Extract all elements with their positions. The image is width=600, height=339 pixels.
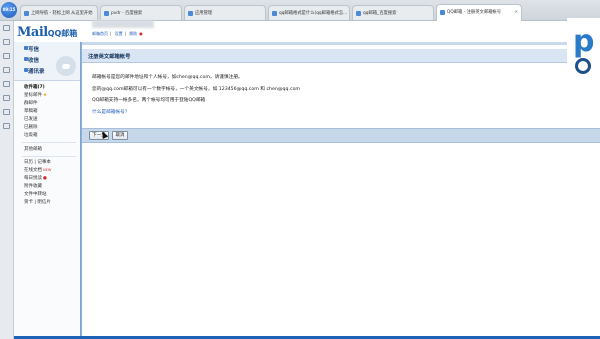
user-account-blurred <box>92 20 154 28</box>
mail-icon[interactable] <box>3 67 10 73</box>
folder-deleted[interactable]: 已删除 <box>24 124 38 130</box>
tool-cards[interactable]: 贺卡 | 明信片 <box>24 199 51 205</box>
app-icon[interactable] <box>3 81 10 87</box>
settings-icon[interactable] <box>3 123 10 129</box>
folder-group[interactable]: 群邮件 <box>24 100 38 106</box>
compose-icon <box>24 46 28 50</box>
compose-label: 写信 <box>28 47 40 53</box>
tab-label: qq邮箱_百度搜索 <box>363 11 397 16</box>
folder-label: 星标邮件 <box>24 93 42 98</box>
tab-favicon-icon <box>440 10 445 15</box>
receive-button[interactable]: 收信 <box>24 56 40 64</box>
tab-navigation[interactable]: 上网导航 - 轻松上网 从这里开始 <box>20 5 98 20</box>
ring-logo-icon <box>575 58 591 74</box>
folder-inbox[interactable]: 收件箱(7) <box>24 84 45 90</box>
folder-drafts[interactable]: 草稿箱 <box>24 108 38 114</box>
star-icon: ★ <box>43 93 48 98</box>
tool-attachments[interactable]: 附件收藏 <box>24 183 42 189</box>
p-logo-icon: p <box>573 24 595 59</box>
star-icon[interactable] <box>3 25 10 31</box>
notes-icon[interactable] <box>3 95 10 101</box>
tab-favicon-icon <box>188 11 193 16</box>
game-icon[interactable] <box>3 109 10 115</box>
folder-label: 群邮件 <box>24 101 38 106</box>
folder-spam[interactable]: 垃圾箱 <box>24 132 38 138</box>
tool-transfer[interactable]: 文件中转站 <box>24 191 47 197</box>
mail-nav: 写信 收信 通讯录 收件箱(7) 星标邮件★ 群邮件 草稿箱 已发送 已删除 垃… <box>14 42 82 339</box>
tab-favicon-icon <box>24 11 29 16</box>
tool-reading[interactable]: 每日悦读● <box>24 175 47 181</box>
logo-text: Mail <box>17 25 48 40</box>
tool-label: 贺卡 | 明信片 <box>24 200 51 205</box>
divider <box>22 142 76 143</box>
folder-label: 草稿箱 <box>24 109 38 114</box>
mascot-icon <box>62 64 70 69</box>
info-line: 邮箱帐号是您的邮件地址和个人帐号，如chen@qq.com，请谨慎注册。 <box>92 75 243 80</box>
close-icon[interactable]: ✕ <box>515 9 518 14</box>
other-mailbox[interactable]: 其他邮箱 <box>24 146 42 152</box>
tool-label: 文件中转站 <box>24 192 47 197</box>
tab-favicon-icon <box>356 11 361 16</box>
tab-qq-mail-register[interactable]: QQ邮箱 - 注册英文邮箱帐号 ✕ <box>436 4 522 21</box>
divider <box>22 156 76 157</box>
home-link[interactable]: 邮箱首页 <box>92 31 108 36</box>
logo-qq-text: QQ邮箱 <box>47 29 78 38</box>
browser-side-strip <box>0 21 14 339</box>
page-title-bar: 注册英文邮箱帐号 <box>82 49 600 63</box>
main-top-strip <box>82 42 600 45</box>
tool-label: 附件收藏 <box>24 184 42 189</box>
tool-label: 日历 | 记事本 <box>24 160 51 165</box>
tab-label: 上网导航 - 轻松上网 从这里开始 <box>31 11 93 16</box>
other-label: 其他邮箱 <box>24 147 42 152</box>
contacts-icon <box>24 68 28 72</box>
folder-label: 收件箱(7) <box>24 85 45 90</box>
main-panel: 注册英文邮箱帐号 邮箱帐号是您的邮件地址和个人帐号，如chen@qq.com，请… <box>82 42 600 339</box>
tool-label: 每日悦读 <box>24 176 42 181</box>
folder-label: 已删除 <box>24 125 38 130</box>
tab-favicon-icon <box>104 11 109 16</box>
tab-label: QQ邮箱 - 注册英文邮箱帐号 <box>447 10 502 15</box>
folder-label: 垃圾箱 <box>24 133 38 138</box>
browser-logo[interactable]: 09:15 <box>1 2 17 18</box>
receive-label: 收信 <box>28 58 40 64</box>
tab-qq-baidu[interactable]: qq邮箱_百度搜索 <box>352 5 434 20</box>
tab-app-manager[interactable]: 应用管理 <box>184 5 266 20</box>
download-icon[interactable] <box>3 53 10 59</box>
settings-link[interactable]: 设置 <box>115 31 123 36</box>
new-badge: NEW <box>43 168 52 172</box>
skin-link[interactable]: 换肤 <box>129 31 137 36</box>
tab-favicon-icon <box>272 11 277 16</box>
action-bar: 下一步 取消 <box>82 128 600 143</box>
tab-label: qq邮箱格式是什么(qq邮箱格式怎... <box>279 11 348 16</box>
tab-label: 应用管理 <box>195 11 213 16</box>
corner-logo: p <box>567 18 600 80</box>
tab-baidu-pvdr[interactable]: pvdr - 百度搜索 <box>100 5 182 20</box>
tab-label: pvdr - 百度搜索 <box>111 11 143 16</box>
info-line: QQ邮箱支持一帐多名，两个帐号均可用于登陆QQ邮箱 <box>92 98 206 103</box>
compose-button[interactable]: 写信 <box>24 45 40 53</box>
browser-tab-bar: 09:15 上网导航 - 轻松上网 从这里开始 pvdr - 百度搜索 应用管理… <box>0 0 600 21</box>
receive-icon <box>24 57 28 61</box>
top-links: 邮箱首页 | 设置 | 换肤 ● <box>92 31 143 36</box>
qq-mail-logo[interactable]: MailQQ邮箱 mail.qq.com <box>17 25 78 45</box>
folder-sent[interactable]: 已发送 <box>24 116 38 122</box>
dot-badge-icon: ● <box>43 176 47 181</box>
info-line: 您的@qq.com邮箱可以有一个数字帐号，一个英文帐号，如 123456@qq.… <box>92 86 300 92</box>
contacts-label: 通讯录 <box>28 69 45 75</box>
tab-qq-format[interactable]: qq邮箱格式是什么(qq邮箱格式怎... <box>268 5 350 20</box>
tool-calendar[interactable]: 日历 | 记事本 <box>24 159 51 165</box>
history-icon[interactable] <box>3 39 10 45</box>
tool-label: 在线文档 <box>24 168 42 173</box>
cancel-button[interactable]: 取消 <box>112 131 128 140</box>
contacts-button[interactable]: 通讯录 <box>24 67 45 75</box>
page-title: 注册英文邮箱帐号 <box>88 54 131 60</box>
register-content: 邮箱帐号是您的邮件地址和个人帐号，如chen@qq.com，请谨慎注册。 您的@… <box>92 72 300 118</box>
tool-docs[interactable]: 在线文档NEW <box>24 167 51 173</box>
help-link[interactable]: 什么是邮箱帐号？ <box>92 107 300 119</box>
compose-panel: 写信 收信 通讯录 <box>14 42 80 81</box>
folder-starred[interactable]: 星标邮件★ <box>24 92 47 98</box>
folder-label: 已发送 <box>24 117 38 122</box>
